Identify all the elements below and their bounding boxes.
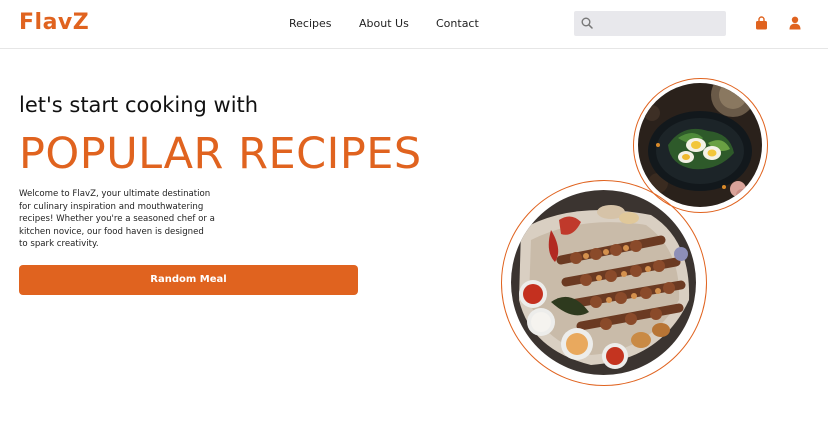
hero-description: Welcome to FlavZ, your ultimate destinat… bbox=[19, 189, 215, 250]
egg-salad-plate-photo bbox=[638, 83, 762, 207]
hero-pre-title: let's start cooking with bbox=[19, 93, 259, 117]
search-icon bbox=[581, 17, 593, 29]
shopping-bag-icon[interactable] bbox=[755, 16, 768, 30]
user-icon[interactable] bbox=[789, 16, 801, 30]
grilled-kebab-platter-photo bbox=[511, 190, 696, 375]
nav-link-recipes[interactable]: Recipes bbox=[289, 17, 332, 30]
nav-link-about-us[interactable]: About Us bbox=[359, 17, 409, 30]
hero-title: POPULAR RECIPES bbox=[19, 129, 422, 179]
navbar: FlavZ Recipes About Us Contact bbox=[0, 0, 828, 49]
random-meal-button[interactable]: Random Meal bbox=[19, 265, 358, 295]
nav-link-contact[interactable]: Contact bbox=[436, 17, 479, 30]
large-food-image-frame bbox=[501, 180, 707, 386]
search-input[interactable] bbox=[598, 14, 722, 33]
search-box bbox=[574, 11, 726, 36]
